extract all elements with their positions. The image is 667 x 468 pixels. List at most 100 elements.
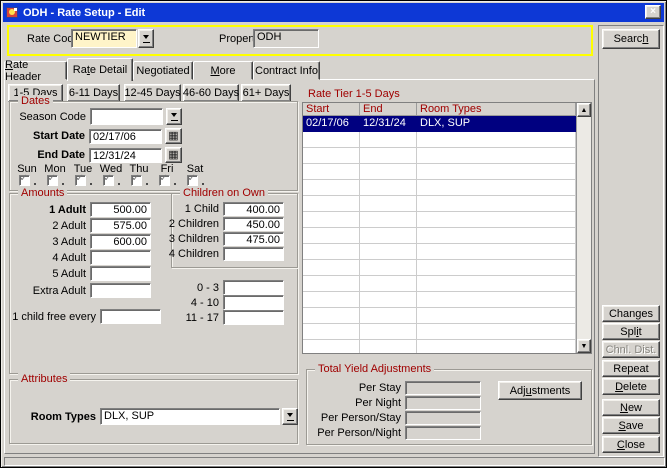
- column-header-room-types[interactable]: Room Types: [417, 103, 576, 116]
- child-3-input[interactable]: 475.00: [223, 232, 284, 246]
- room-types-input[interactable]: DLX, SUP: [100, 408, 280, 425]
- child-4-input[interactable]: [223, 247, 284, 261]
- tab-rate-header[interactable]: Rate Header: [4, 61, 67, 80]
- column-header-end[interactable]: End: [360, 103, 417, 116]
- per-person-night-label: Per Person/Night: [313, 427, 401, 439]
- child-2-input[interactable]: 450.00: [223, 217, 284, 231]
- table-row[interactable]: [303, 196, 576, 212]
- table-cell: [303, 148, 360, 163]
- adult-2-input[interactable]: 575.00: [90, 218, 151, 233]
- adult-3-input[interactable]: 600.00: [90, 234, 151, 249]
- table-cell: [417, 196, 576, 211]
- table-row[interactable]: [303, 180, 576, 196]
- close-icon: ×: [650, 7, 656, 17]
- start-date-input[interactable]: 02/17/06: [89, 129, 162, 144]
- table-cell: [303, 292, 360, 307]
- table-cell: [303, 196, 360, 211]
- day-checkbox[interactable]: ✓: [75, 175, 86, 186]
- day-range-button-61plus[interactable]: 61+ Days: [241, 84, 291, 102]
- tab-label: Contract Info: [255, 65, 318, 77]
- scroll-up-icon: ▲: [581, 107, 588, 114]
- close-window-button[interactable]: Close: [602, 436, 660, 453]
- tab-negotiated[interactable]: Negotiated: [133, 61, 193, 80]
- day-checkbox[interactable]: ✓: [47, 175, 58, 186]
- table-row[interactable]: [303, 260, 576, 276]
- table-row[interactable]: [303, 132, 576, 148]
- close-button[interactable]: ×: [645, 5, 661, 19]
- age-0-3-input[interactable]: [223, 280, 284, 295]
- table-row[interactable]: [303, 212, 576, 228]
- table-cell: [303, 324, 360, 339]
- table-cell: [417, 276, 576, 291]
- chnl-dist-button[interactable]: Chnl. Dist.: [602, 341, 660, 358]
- repeat-button[interactable]: Repeat: [602, 360, 660, 377]
- tab-rate-detail[interactable]: Rate Detail: [67, 58, 133, 81]
- child-1-input[interactable]: 400.00: [223, 202, 284, 216]
- age-4-10-input[interactable]: [223, 295, 284, 310]
- save-button-label: Save: [618, 420, 643, 432]
- cell-room-types: DLX, SUP: [417, 116, 576, 131]
- table-row[interactable]: [303, 148, 576, 164]
- day-checkbox[interactable]: ✓: [187, 175, 198, 186]
- child-4-label: 4 Children: [167, 248, 219, 260]
- day-range-label: 6-11 Days: [69, 87, 118, 99]
- new-button[interactable]: New: [602, 399, 660, 416]
- delete-button[interactable]: Delete: [602, 378, 660, 395]
- table-cell: [360, 196, 417, 211]
- table-row[interactable]: [303, 228, 576, 244]
- per-person-stay-field: [405, 411, 481, 425]
- season-code-input[interactable]: [90, 108, 163, 125]
- tab-more[interactable]: More: [193, 61, 253, 80]
- delete-button-label: Delete: [615, 381, 647, 393]
- table-cell: [417, 324, 576, 339]
- dropdown-icon: [171, 113, 178, 121]
- child-free-input[interactable]: [100, 309, 161, 324]
- tab-contract-info[interactable]: Contract Info: [253, 61, 320, 80]
- day-checkbox[interactable]: ✓: [19, 175, 30, 186]
- table-row[interactable]: [303, 244, 576, 260]
- day-range-button-12-45[interactable]: 12-45 Days: [124, 84, 181, 102]
- scroll-down-button[interactable]: ▼: [577, 339, 591, 353]
- end-date-input[interactable]: 12/31/24: [89, 148, 162, 163]
- table-row[interactable]: [303, 340, 576, 354]
- start-date-calendar-button[interactable]: ▦: [165, 128, 182, 144]
- scroll-up-button[interactable]: ▲: [577, 103, 591, 117]
- per-night-field: [405, 396, 481, 410]
- calendar-icon: ▦: [168, 150, 178, 160]
- adult-4-input[interactable]: [90, 250, 151, 265]
- table-row[interactable]: [303, 292, 576, 308]
- rate-code-input[interactable]: NEWTIER: [71, 29, 137, 48]
- column-header-start[interactable]: Start: [303, 103, 360, 116]
- day-checkbox[interactable]: ✓: [159, 175, 170, 186]
- check-icon: ✓: [188, 173, 196, 184]
- rate-code-dropdown-button[interactable]: [138, 29, 154, 48]
- search-button[interactable]: Search: [602, 29, 660, 49]
- age-11-17-input[interactable]: [223, 310, 284, 325]
- changes-button[interactable]: Changes: [602, 305, 660, 322]
- table-row[interactable]: [303, 324, 576, 340]
- title-bar[interactable]: ODH - Rate Setup - Edit ×: [3, 3, 664, 22]
- day-checkbox[interactable]: ✓: [131, 175, 142, 186]
- day-range-button-6-11[interactable]: 6-11 Days: [67, 84, 120, 102]
- day-checkbox[interactable]: ✓: [103, 175, 114, 186]
- check-icon: ✓: [132, 173, 140, 184]
- children-group-title: Children on Own: [180, 187, 268, 199]
- split-button[interactable]: Split: [602, 323, 660, 340]
- table-row[interactable]: [303, 308, 576, 324]
- save-button[interactable]: Save: [602, 417, 660, 434]
- table-row-selected[interactable]: 02/17/06 12/31/24 DLX, SUP: [303, 116, 576, 132]
- season-code-dropdown-button[interactable]: [166, 108, 182, 125]
- adjustments-button[interactable]: Adjustments: [498, 381, 582, 400]
- table-cell: [303, 212, 360, 227]
- adult-1-input[interactable]: 500.00: [90, 202, 151, 217]
- table-row[interactable]: [303, 164, 576, 180]
- end-date-calendar-button[interactable]: ▦: [165, 147, 182, 163]
- extra-adult-input[interactable]: [90, 283, 151, 298]
- age-0-3-label: 0 - 3: [161, 282, 219, 294]
- table-row[interactable]: [303, 276, 576, 292]
- day-range-button-46-60[interactable]: 46-60 Days: [183, 84, 239, 102]
- table-scrollbar[interactable]: ▲ ▼: [576, 103, 591, 353]
- adult-5-input[interactable]: [90, 266, 151, 281]
- room-types-dropdown-button[interactable]: [282, 408, 298, 425]
- search-button-label: Search: [614, 33, 649, 45]
